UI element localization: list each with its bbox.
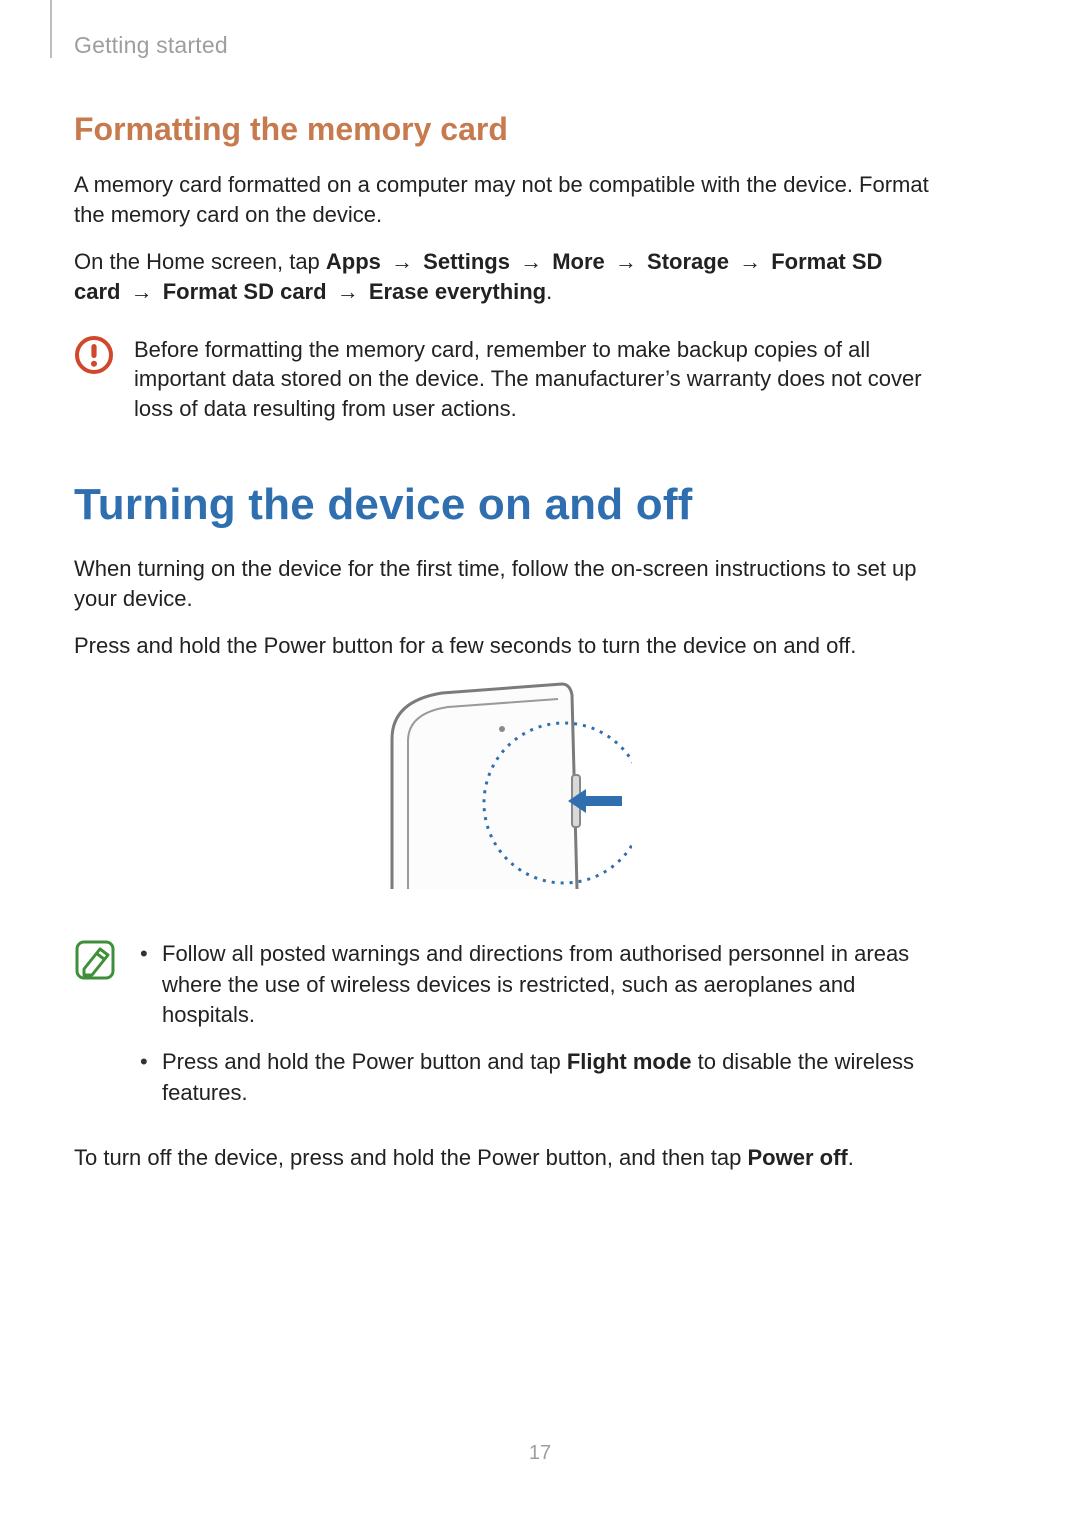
list-item: Follow all posted warnings and direction… — [136, 939, 930, 1031]
nav-step-erase: Erase everything — [369, 279, 546, 304]
nav-step-settings: Settings — [423, 249, 510, 274]
heading-turning-on-off: Turning the device on and off — [74, 480, 930, 530]
caution-note: Before formatting the memory card, remem… — [74, 335, 930, 424]
note-block: Follow all posted warnings and direction… — [74, 939, 930, 1125]
note-icon — [74, 939, 116, 981]
arrow-icon: → — [127, 277, 157, 307]
text: Press and hold the Power button and tap — [162, 1049, 567, 1074]
power-off-label: Power off — [748, 1145, 848, 1170]
section-label: Getting started — [74, 32, 930, 59]
nav-step-format2: Format SD card — [163, 279, 327, 304]
arrow-icon: → — [735, 247, 765, 277]
flight-mode-label: Flight mode — [567, 1049, 692, 1074]
page: Getting started Formatting the memory ca… — [0, 0, 1080, 1527]
heading-formatting: Formatting the memory card — [74, 111, 930, 148]
list-item: Press and hold the Power button and tap … — [136, 1047, 930, 1109]
caution-icon — [74, 335, 114, 375]
note-bullets: Follow all posted warnings and direction… — [136, 939, 930, 1125]
paragraph: When turning on the device for the first… — [74, 554, 930, 613]
text: . — [848, 1145, 854, 1170]
illustration-wrap — [74, 679, 930, 909]
nav-step-apps: Apps — [326, 249, 381, 274]
arrow-icon: → — [333, 277, 363, 307]
text: To turn off the device, press and hold t… — [74, 1145, 748, 1170]
caution-text: Before formatting the memory card, remem… — [134, 335, 930, 424]
text: . — [546, 279, 552, 304]
paragraph: A memory card formatted on a computer ma… — [74, 170, 930, 229]
header-rule — [50, 0, 52, 58]
paragraph-power-off: To turn off the device, press and hold t… — [74, 1143, 930, 1173]
text: On the Home screen, tap — [74, 249, 326, 274]
device-power-illustration-icon — [372, 679, 632, 909]
arrow-icon: → — [611, 247, 641, 277]
arrow-icon: → — [516, 247, 546, 277]
nav-step-more: More — [552, 249, 605, 274]
nav-step-storage: Storage — [647, 249, 729, 274]
paragraph-nav-path: On the Home screen, tap Apps → Settings … — [74, 247, 930, 306]
page-number: 17 — [0, 1442, 1080, 1465]
arrow-icon: → — [387, 247, 417, 277]
paragraph: Press and hold the Power button for a fe… — [74, 631, 930, 661]
